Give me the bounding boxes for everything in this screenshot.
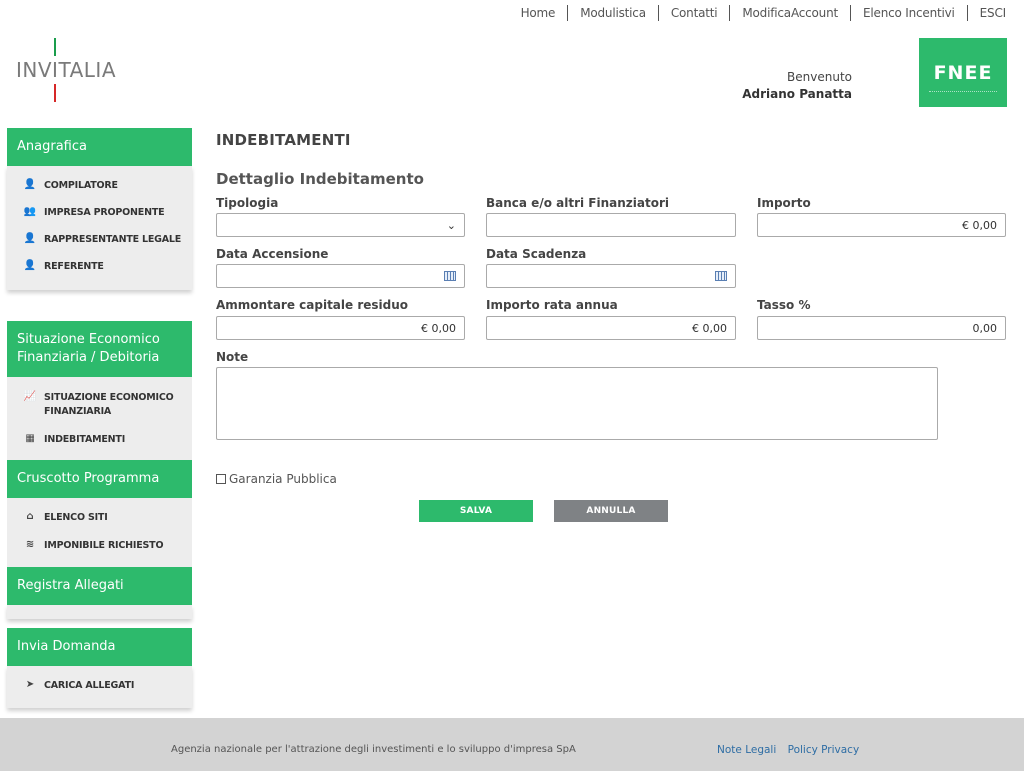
sidebar-body-anagrafica: 👤 COMPILATORE 👥 IMPRESA PROPONENTE 👤 RAP… (7, 166, 192, 290)
importo-value: € 0,00 (962, 218, 997, 232)
page-title: INDEBITAMENTI (216, 131, 351, 149)
user-icon: 👤 (23, 233, 37, 244)
sidebar-item-label: COMPILATORE (44, 180, 118, 191)
sidebar-item-imponibile-richiesto[interactable]: ≋ IMPONIBILE RICHIESTO (7, 539, 192, 566)
nav-home-link[interactable]: Home (509, 5, 568, 21)
note-legali-link[interactable]: Note Legali (717, 744, 776, 756)
sidebar-section-situazione: Situazione Economico Finanziaria / Debit… (7, 321, 192, 460)
note-textarea[interactable] (216, 367, 938, 440)
sidebar-item-label: SITUAZIONE ECONOMICO FINANZIARIA (44, 392, 174, 417)
sidebar-item-impresa-proponente[interactable]: 👥 IMPRESA PROPONENTE (7, 206, 192, 233)
sidebar-item-label: REFERENTE (44, 261, 104, 272)
welcome-box: Benvenuto Adriano Panatta (742, 70, 852, 101)
sidebar-section-invia-domanda: Invia Domanda ➤ CARICA ALLEGATI (7, 628, 192, 708)
importo-input[interactable]: € 0,00 (757, 213, 1006, 237)
tasso-input[interactable]: 0,00 (757, 316, 1006, 340)
send-icon: ➤ (25, 679, 35, 690)
user-icon: 👤 (23, 179, 37, 190)
welcome-greeting: Benvenuto (787, 70, 852, 84)
sidebar-body-cruscotto: ⌂ ELENCO SITI ≋ IMPONIBILE RICHIESTO (7, 498, 192, 567)
importo-label: Importo (757, 196, 811, 210)
sidebar-item-label: IMPRESA PROPONENTE (44, 207, 165, 218)
sidebar-body-invia-domanda: ➤ CARICA ALLEGATI (7, 666, 192, 708)
sidebar-item-label: ELENCO SITI (44, 512, 108, 523)
section-subtitle: Dettaglio Indebitamento (216, 170, 424, 188)
rata-annua-label: Importo rata annua (486, 298, 618, 312)
chart-line-icon: 📈 (23, 391, 37, 402)
sidebar-item-label: CARICA ALLEGATI (44, 680, 135, 691)
sidebar-item-label: IMPONIBILE RICHIESTO (44, 540, 164, 551)
note-label: Note (216, 350, 249, 364)
sidebar-item-indebitamenti[interactable]: ▦ INDEBITAMENTI (7, 433, 192, 460)
sidebar-header-cruscotto[interactable]: Cruscotto Programma (7, 460, 192, 498)
sidebar-header-situazione[interactable]: Situazione Economico Finanziaria / Debit… (7, 321, 192, 377)
banca-label: Banca e/o altri Finanziatori (486, 196, 669, 210)
sidebar-body-situazione: 📈 SITUAZIONE ECONOMICO FINANZIARIA ▦ IND… (7, 377, 192, 460)
sidebar-item-label: INDEBITAMENTI (44, 434, 126, 445)
nav-modifica-account-link[interactable]: ModificaAccount (729, 5, 850, 21)
footer: Agenzia nazionale per l'attrazione degli… (0, 718, 1024, 771)
data-scadenza-input[interactable] (486, 264, 736, 288)
tipologia-select[interactable]: ⌄ (216, 213, 465, 237)
table-icon: ▦ (25, 433, 35, 444)
capitale-residuo-value: € 0,00 (421, 321, 456, 335)
sidebar-header-registra-allegati[interactable]: Registra Allegati (7, 567, 192, 605)
garanzia-pubblica-checkbox[interactable] (216, 474, 226, 484)
sidebar-body-registra-allegati (7, 605, 192, 619)
logo-green-bar (54, 38, 56, 56)
policy-privacy-link[interactable]: Policy Privacy (788, 744, 860, 756)
sidebar-section-anagrafica: Anagrafica 👤 COMPILATORE 👥 IMPRESA PROPO… (7, 128, 192, 290)
nav-contatti-link[interactable]: Contatti (657, 5, 730, 21)
data-accensione-input[interactable] (216, 264, 465, 288)
nav-modulistica-link[interactable]: Modulistica (567, 5, 658, 21)
fnee-logo-text: FNEE (933, 61, 993, 84)
sidebar-header-anagrafica[interactable]: Anagrafica (7, 128, 192, 166)
data-accensione-label: Data Accensione (216, 247, 329, 261)
tipologia-label: Tipologia (216, 196, 279, 210)
logo-text: INVITALIA (16, 58, 117, 82)
sidebar-item-carica-allegati[interactable]: ➤ CARICA ALLEGATI (7, 679, 192, 706)
data-scadenza-label: Data Scadenza (486, 247, 587, 261)
sidebar-header-invia-domanda[interactable]: Invia Domanda (7, 628, 192, 666)
garanzia-pubblica-row[interactable]: Garanzia Pubblica (216, 472, 337, 486)
home-icon: ⌂ (26, 511, 34, 522)
capitale-residuo-input[interactable]: € 0,00 (216, 316, 465, 340)
user-name: Adriano Panatta (742, 87, 852, 101)
rata-annua-value: € 0,00 (692, 321, 727, 335)
banca-input[interactable] (486, 213, 736, 237)
tasso-label: Tasso % (757, 298, 811, 312)
logo-red-bar (54, 84, 56, 102)
fnee-logo: FNEE (919, 38, 1007, 107)
nav-esci-link[interactable]: ESCI (966, 5, 1024, 21)
fnee-logo-underline (929, 91, 997, 93)
capitale-residuo-label: Ammontare capitale residuo (216, 298, 409, 312)
user-icon: 👤 (23, 260, 37, 271)
sidebar-item-label: RAPPRESENTANTE LEGALE (44, 234, 182, 245)
save-button[interactable]: SALVA (419, 500, 533, 522)
rata-annua-input[interactable]: € 0,00 (486, 316, 736, 340)
users-icon: 👥 (23, 206, 37, 217)
top-navigation: Home Modulistica Contatti ModificaAccoun… (509, 4, 1024, 22)
garanzia-pubblica-label: Garanzia Pubblica (229, 472, 337, 486)
sidebar-item-situazione-economico[interactable]: 📈 SITUAZIONE ECONOMICO FINANZIARIA (7, 391, 192, 433)
sidebar-section-cruscotto: Cruscotto Programma ⌂ ELENCO SITI ≋ IMPO… (7, 460, 192, 567)
calendar-icon[interactable] (715, 271, 727, 281)
coins-icon: ≋ (25, 539, 35, 550)
footer-links: Note Legali Policy Privacy (717, 744, 867, 756)
sidebar: Anagrafica 👤 COMPILATORE 👥 IMPRESA PROPO… (7, 128, 192, 708)
tasso-value: 0,00 (972, 321, 998, 335)
invitalia-logo[interactable]: INVITALIA (16, 38, 126, 102)
footer-agency-text: Agenzia nazionale per l'attrazione degli… (171, 744, 576, 755)
cancel-button[interactable]: ANNULLA (554, 500, 668, 522)
calendar-icon[interactable] (444, 271, 456, 281)
chevron-down-icon: ⌄ (446, 218, 456, 232)
sidebar-section-registra-allegati: Registra Allegati (7, 567, 192, 619)
nav-elenco-incentivi-link[interactable]: Elenco Incentivi (850, 5, 967, 21)
sidebar-item-referente[interactable]: 👤 REFERENTE (7, 260, 192, 287)
sidebar-item-rappresentante-legale[interactable]: 👤 RAPPRESENTANTE LEGALE (7, 233, 192, 260)
sidebar-item-compilatore[interactable]: 👤 COMPILATORE (7, 179, 192, 206)
sidebar-item-elenco-siti[interactable]: ⌂ ELENCO SITI (7, 511, 192, 539)
